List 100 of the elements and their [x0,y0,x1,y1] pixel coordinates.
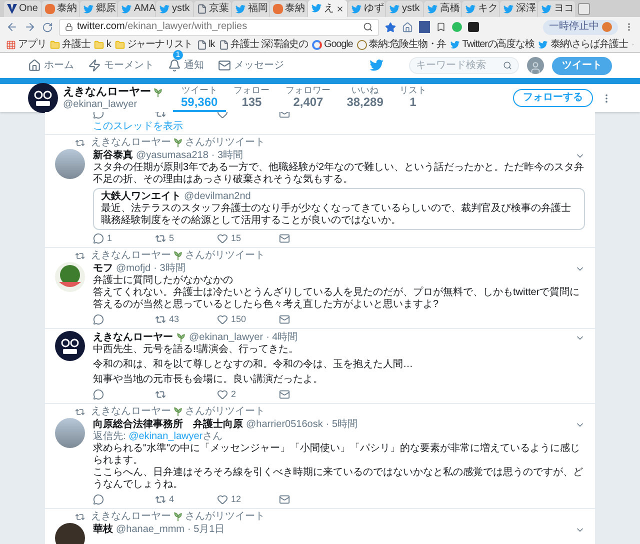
reply-icon[interactable] [93,233,104,244]
tweet-time[interactable]: · 5月1日 [188,524,225,534]
nav-item[interactable]: モーメント [88,59,154,72]
star-icon[interactable] [385,22,396,32]
tweet-time[interactable]: · 4時間 [266,332,298,342]
avatar-photo-placeholder[interactable] [55,523,85,544]
search-icon[interactable] [363,22,373,32]
author-handle[interactable]: @yasumasa218 [136,150,208,160]
watermelon-avatar[interactable] [55,262,85,292]
browser-tab[interactable]: ystk [386,1,423,17]
author-name[interactable]: えきなんローヤー [93,332,173,342]
nav-item[interactable]: 通知 [168,59,204,72]
browser-tab[interactable]: 深澤 [500,1,537,17]
bird-icon [503,4,514,14]
nav-item[interactable]: メッセージ [218,59,284,72]
profile-name: えきなんローヤー [63,86,151,99]
heart-icon[interactable] [217,233,228,244]
retweet-count: 5 [169,234,174,243]
tweet-text: スタ弁の任期が原則3年である一方で、他職経験が2年なので難しい、という話だったかと。ただ昨今のスタ弁不足の折、その理由はあっさり破棄されそうな気もする。 [93,162,585,186]
pause-badge[interactable]: 一時停止中 [543,20,618,34]
reply-icon[interactable] [93,494,104,505]
reply-icon[interactable] [93,389,104,400]
author-name[interactable]: 新谷泰真 [93,150,133,160]
bookmark-item[interactable]: lk [196,40,215,50]
browser-tab[interactable]: 京葉 [194,1,231,17]
square-icon[interactable] [468,22,479,32]
author-name[interactable]: 華枝 [93,524,113,534]
retweeter-name[interactable]: えきなんローヤー [91,251,171,261]
glasses-logo-avatar[interactable] [28,83,58,113]
browser-tab[interactable]: 郷原 [80,1,117,17]
forward-icon[interactable] [24,21,36,33]
message-icon[interactable] [279,494,290,505]
message-icon[interactable] [279,389,290,400]
retweet-icon[interactable] [155,494,166,505]
retweet-icon[interactable] [155,389,166,400]
browser-tab[interactable]: キク [462,1,499,17]
tweet-time[interactable]: · 3時間 [154,264,186,274]
bookmark-item[interactable]: 泰納:危険生物・弁 [356,40,446,50]
address-bar[interactable]: twitter.com/ekinan_lawyer/with_replies [59,18,379,36]
quoted-tweet-card[interactable]: 大鉄人ワンエイト @devilman2nd 最近、法テラスのスタッフ弁護士のなり手が少なくなってきているらしいので、裁判官及び検事の弁護士職務経験制度をその給源として活用することが良いのではないか。 [93,188,585,230]
bird-icon [389,4,400,14]
nav-item[interactable]: ホーム [28,59,74,72]
message-icon[interactable] [279,314,290,325]
profile-stat-tab[interactable]: フォロワー 2,407 [278,84,339,112]
retweet-icon[interactable] [155,314,166,325]
profile-stat-tab[interactable]: フォロー 135 [226,84,278,112]
browser-tab[interactable]: AMA [118,1,155,17]
page-icon [196,40,207,50]
browser-tab[interactable]: One [4,1,41,17]
search-icon[interactable] [503,61,512,70]
browser-tab[interactable]: 泰納 [42,1,79,17]
browser-tab[interactable]: え [308,0,347,17]
user-avatar[interactable] [527,57,544,74]
bookmark-item[interactable]: 泰納\さらば弁護士 [538,40,628,50]
home-icon[interactable] [402,22,413,32]
browser-tab[interactable]: ヨコ [538,1,575,17]
bookmark-item[interactable]: Twitterの高度な検 [450,40,534,50]
author-name[interactable]: モフ [93,264,113,274]
heart-icon[interactable] [217,389,228,400]
reply-icon[interactable] [93,314,104,325]
tweet-time[interactable]: · 3時間 [211,150,244,160]
profile-stat-tab[interactable]: リスト 1 [391,84,434,112]
browser-tab[interactable]: 福岡 [232,1,269,17]
close-icon[interactable] [336,4,344,12]
retweet-icon [75,138,85,148]
bookmark-item[interactable]: Google [312,40,353,50]
browser-tab[interactable]: 泰納 [270,1,307,17]
bookmark-item[interactable]: 弁護士 [50,40,90,50]
lock-icon [65,23,73,31]
folder-icon [94,40,104,50]
browser-tab[interactable]: ystk [156,1,193,17]
browser-tab[interactable]: 高橋 [424,1,461,17]
profile-stat-tab[interactable]: いいね 38,289 [338,84,392,112]
tweet-time[interactable]: · 5時間 [326,420,358,430]
heart-icon[interactable] [217,494,228,505]
author-name[interactable]: 向原総合法律事務所 弁護士向原 [93,420,243,430]
glasses-logo-avatar[interactable] [55,331,85,361]
quoted-tweet-text: 最近、法テラスのスタッフ弁護士のなり手が少なくなってきているらしいので、裁判官及び検事の弁護士職務経験制度をその給源として活用することが良いのではないか。 [101,203,572,227]
heart-icon[interactable] [217,314,228,325]
author-handle[interactable]: @harrier0516osk [246,420,323,430]
author-handle[interactable]: @mofjd [116,264,151,274]
author-handle[interactable]: @hanae_mmm [116,524,185,534]
browser-tab[interactable]: ゆず [348,1,385,17]
retweet-icon[interactable] [155,233,166,244]
retweeter-name[interactable]: えきなんローヤー [91,512,171,522]
page-icon [218,40,229,50]
author-handle[interactable]: @ekinan_lawyer [189,332,264,342]
bookmark-item[interactable]: アプリ [6,40,46,50]
retweeter-name[interactable]: えきなんローヤー [91,138,171,148]
bookmark-item[interactable]: ジャーナリスト [114,40,193,50]
like-count: 12 [231,495,242,504]
new-tab-button[interactable] [578,3,590,15]
message-icon[interactable] [279,233,290,244]
bookmark-icon[interactable] [436,22,446,32]
reload-icon[interactable] [42,22,53,32]
bookmark-item[interactable]: 弁護士 深澤諭史の [218,40,308,50]
leaf-icon [176,332,186,342]
retweeter-name[interactable]: えきなんローヤー [91,407,171,417]
back-icon[interactable] [6,21,18,33]
bookmark-item[interactable]: k [94,40,111,50]
